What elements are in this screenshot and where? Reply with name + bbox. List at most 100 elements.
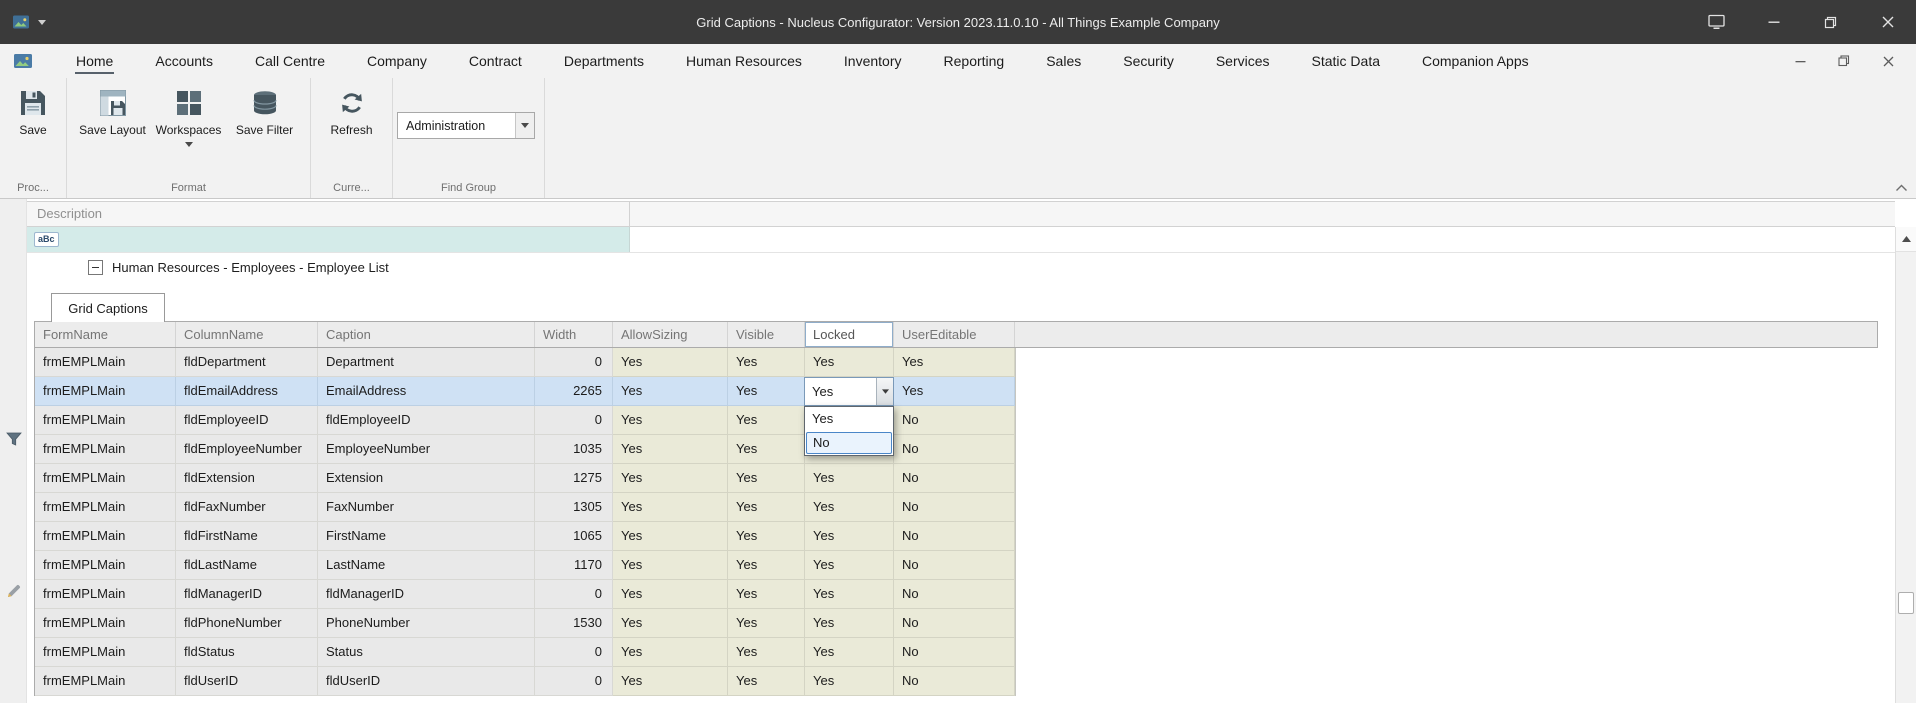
table-row[interactable]: frmEMPLMain fldManagerID fldManagerID 0 … (35, 580, 1015, 609)
cell-formname[interactable]: frmEMPLMain (35, 377, 176, 406)
column-header-width[interactable]: Width (535, 322, 613, 347)
locked-cell-editor[interactable]: Yes (804, 377, 894, 406)
cell-width[interactable]: 1170 (535, 551, 613, 580)
ribbon-tab-services[interactable]: Services (1195, 44, 1291, 78)
cell-width[interactable]: 1305 (535, 493, 613, 522)
ribbon-tab-home[interactable]: Home (55, 44, 134, 78)
cell-locked[interactable]: Yes (805, 493, 894, 522)
find-group-combobox[interactable]: Administration (397, 112, 535, 139)
cell-caption[interactable]: EmailAddress (318, 377, 535, 406)
cell-usereditable[interactable]: No (894, 435, 1015, 464)
ribbon-minimize-button[interactable] (1778, 46, 1822, 76)
cell-width[interactable]: 0 (535, 348, 613, 377)
cell-allowsizing[interactable]: Yes (613, 377, 728, 406)
cell-caption[interactable]: fldEmployeeID (318, 406, 535, 435)
cell-caption[interactable]: Status (318, 638, 535, 667)
table-row[interactable]: frmEMPLMain fldFirstName FirstName 1065 … (35, 522, 1015, 551)
cell-formname[interactable]: frmEMPLMain (35, 638, 176, 667)
cell-width[interactable]: 1275 (535, 464, 613, 493)
ribbon-tab-accounts[interactable]: Accounts (134, 44, 234, 78)
table-row[interactable]: frmEMPLMain fldLastName LastName 1170 Ye… (35, 551, 1015, 580)
ribbon-tab-departments[interactable]: Departments (543, 44, 665, 78)
cell-formname[interactable]: frmEMPLMain (35, 348, 176, 377)
abc-filter-icon[interactable]: aBc (34, 232, 59, 247)
cell-columnname[interactable]: fldFirstName (176, 522, 318, 551)
cell-width[interactable]: 1065 (535, 522, 613, 551)
chevron-down-icon[interactable] (515, 113, 534, 138)
cell-locked[interactable]: Yes (805, 464, 894, 493)
cell-allowsizing[interactable]: Yes (613, 493, 728, 522)
scroll-up-button[interactable] (1896, 227, 1916, 252)
cell-allowsizing[interactable]: Yes (613, 638, 728, 667)
ribbon-tab-security[interactable]: Security (1102, 44, 1195, 78)
minimize-button[interactable] (1745, 0, 1802, 44)
table-row[interactable]: frmEMPLMain fldDepartment Department 0 Y… (35, 348, 1015, 377)
cell-visible[interactable]: Yes (728, 464, 805, 493)
cell-usereditable[interactable]: No (894, 493, 1015, 522)
cell-usereditable[interactable]: Yes (894, 348, 1015, 377)
cell-usereditable[interactable]: No (894, 551, 1015, 580)
close-button[interactable] (1859, 0, 1916, 44)
cell-locked[interactable]: Yes (805, 609, 894, 638)
cell-caption[interactable]: Department (318, 348, 535, 377)
cell-visible[interactable]: Yes (728, 551, 805, 580)
cell-locked[interactable]: Yes (805, 522, 894, 551)
cell-usereditable[interactable]: No (894, 638, 1015, 667)
dropdown-option-no[interactable]: No (806, 432, 892, 454)
save-button[interactable]: Save (3, 87, 63, 137)
column-header-caption[interactable]: Caption (318, 322, 535, 347)
column-header-usereditable[interactable]: UserEditable (894, 322, 1015, 347)
cell-caption[interactable]: LastName (318, 551, 535, 580)
cell-width[interactable]: 0 (535, 406, 613, 435)
cell-columnname[interactable]: fldEmployeeID (176, 406, 318, 435)
ribbon-tab-companion-apps[interactable]: Companion Apps (1401, 44, 1550, 78)
cell-usereditable[interactable]: No (894, 464, 1015, 493)
cell-usereditable[interactable]: Yes (894, 377, 1015, 406)
cell-locked[interactable]: Yes (805, 638, 894, 667)
cell-formname[interactable]: frmEMPLMain (35, 551, 176, 580)
collapse-group-button[interactable] (88, 259, 103, 275)
save-layout-button[interactable]: Save Layout (75, 87, 151, 147)
cell-usereditable[interactable]: No (894, 667, 1015, 696)
cell-formname[interactable]: frmEMPLMain (35, 667, 176, 696)
cell-width[interactable]: 2265 (535, 377, 613, 406)
table-row[interactable]: frmEMPLMain fldUserID fldUserID 0 Yes Ye… (35, 667, 1015, 696)
ribbon-tab-company[interactable]: Company (346, 44, 448, 78)
cell-locked[interactable]: Yes (805, 348, 894, 377)
column-header-description[interactable]: Description (27, 202, 630, 226)
cell-visible[interactable]: Yes (728, 580, 805, 609)
cell-visible[interactable]: Yes (728, 435, 805, 464)
cell-formname[interactable]: frmEMPLMain (35, 493, 176, 522)
cell-columnname[interactable]: fldDepartment (176, 348, 318, 377)
cell-formname[interactable]: frmEMPLMain (35, 580, 176, 609)
cell-columnname[interactable]: fldManagerID (176, 580, 318, 609)
editor-dropdown-button[interactable] (876, 378, 893, 405)
ribbon-tab-inventory[interactable]: Inventory (823, 44, 923, 78)
cell-columnname[interactable]: fldEmailAddress (176, 377, 318, 406)
cell-caption[interactable]: Extension (318, 464, 535, 493)
cell-visible[interactable]: Yes (728, 638, 805, 667)
table-row[interactable]: frmEMPLMain fldFaxNumber FaxNumber 1305 … (35, 493, 1015, 522)
qat-chevron-down-icon[interactable] (38, 19, 46, 25)
ribbon-tab-contract[interactable]: Contract (448, 44, 543, 78)
column-header-columnname[interactable]: ColumnName (176, 322, 318, 347)
cell-visible[interactable]: Yes (728, 609, 805, 638)
table-row[interactable]: frmEMPLMain fldStatus Status 0 Yes Yes Y… (35, 638, 1015, 667)
column-header-allowsizing[interactable]: AllowSizing (613, 322, 728, 347)
column-header-formname[interactable]: FormName (35, 322, 176, 347)
column-header-visible[interactable]: Visible (728, 322, 805, 347)
cell-allowsizing[interactable]: Yes (613, 406, 728, 435)
cell-caption[interactable]: FirstName (318, 522, 535, 551)
cell-visible[interactable]: Yes (728, 348, 805, 377)
ribbon-tab-static-data[interactable]: Static Data (1291, 44, 1401, 78)
cell-columnname[interactable]: fldFaxNumber (176, 493, 318, 522)
cell-usereditable[interactable]: No (894, 406, 1015, 435)
ribbon-tab-call-centre[interactable]: Call Centre (234, 44, 346, 78)
cell-caption[interactable]: fldManagerID (318, 580, 535, 609)
cell-width[interactable]: 1530 (535, 609, 613, 638)
cell-visible[interactable]: Yes (728, 493, 805, 522)
cell-locked[interactable]: Yes (805, 580, 894, 609)
cell-width[interactable]: 0 (535, 667, 613, 696)
cell-allowsizing[interactable]: Yes (613, 522, 728, 551)
column-header-locked[interactable]: Locked (805, 322, 894, 347)
